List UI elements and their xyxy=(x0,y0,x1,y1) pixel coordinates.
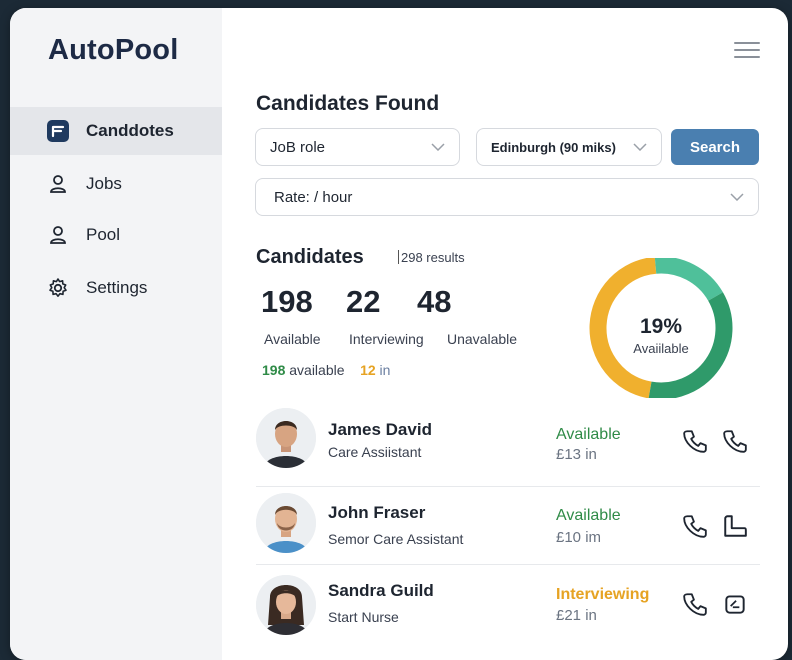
availability-summary: 198 available 12 in xyxy=(262,362,390,378)
chevron-down-icon xyxy=(633,143,647,151)
stat-unavailable-label: Unavalable xyxy=(447,331,518,347)
sidebar-item-settings[interactable]: Settings xyxy=(10,264,222,312)
calendar-icon[interactable] xyxy=(722,591,748,617)
search-button[interactable]: Search xyxy=(671,129,759,165)
phone-icon[interactable] xyxy=(682,428,708,454)
person-icon xyxy=(46,223,70,247)
status-badge: Available xyxy=(556,426,621,443)
menu-icon[interactable] xyxy=(734,42,760,60)
person-icon xyxy=(46,172,70,196)
candidate-rate: £21 in xyxy=(556,607,597,624)
stat-available-label: Available xyxy=(264,331,321,347)
sidebar-item-jobs[interactable]: Jobs xyxy=(10,160,222,208)
candidate-name[interactable]: Sandra Guild xyxy=(328,581,434,601)
list-item[interactable]: John Fraser Semor Care Assistant Availab… xyxy=(256,486,760,564)
list-item[interactable]: Sandra Guild Start Nurse Interviewing £2… xyxy=(256,564,760,642)
sidebar-item-label: Canddotes xyxy=(86,121,174,140)
donut-percent-label: 19% xyxy=(640,315,682,338)
candidate-rate: £13 in xyxy=(556,446,597,463)
avatar[interactable] xyxy=(256,493,316,553)
status-badge: Available xyxy=(556,507,621,524)
donut-caption: Avaiilable xyxy=(633,341,688,356)
in-count: 12 xyxy=(360,362,376,378)
avatar[interactable] xyxy=(256,408,316,468)
chevron-down-icon xyxy=(431,143,445,151)
main-content: Candidates Found JoB role Edinburgh (90 … xyxy=(222,8,788,660)
app-window: AutoPool Canddotes Jobs Pool Settings Ca… xyxy=(10,8,788,660)
avatar[interactable] xyxy=(256,575,316,635)
results-count-text: 298 results xyxy=(401,250,465,265)
donut-segment-teal xyxy=(654,258,723,302)
location-value: Edinburgh (90 miks) xyxy=(491,139,616,155)
status-badge: Interviewing xyxy=(556,586,650,603)
sidebar-item-label: Settings xyxy=(86,278,148,297)
candidate-role: Care Assiistant xyxy=(328,444,422,460)
available-text: available xyxy=(289,362,345,378)
sidebar-item-candidates[interactable]: Canddotes xyxy=(10,107,222,155)
rate-value: Rate: / hour xyxy=(274,188,353,206)
candidate-role: Start Nurse xyxy=(328,609,399,625)
candidate-name[interactable]: James David xyxy=(328,420,432,440)
job-role-select[interactable]: JoB role xyxy=(255,128,460,166)
phone-icon[interactable] xyxy=(682,513,708,539)
stat-available-value: 198 xyxy=(261,284,313,319)
availability-donut-chart: 19% Avaiilable xyxy=(589,258,733,398)
candidates-icon xyxy=(46,119,70,143)
phone-icon[interactable] xyxy=(682,591,708,617)
job-role-value: JoB role xyxy=(270,138,326,156)
sidebar-item-label: Jobs xyxy=(86,174,122,193)
page-title: Candidates Found xyxy=(256,92,440,115)
in-text: in xyxy=(379,362,391,378)
candidate-role: Semor Care Assistant xyxy=(328,531,464,547)
results-count: 298 results xyxy=(398,250,465,265)
candidates-heading: Candidates xyxy=(256,246,364,268)
rate-select[interactable]: Rate: / hour xyxy=(255,178,759,216)
available-count: 198 xyxy=(262,362,286,378)
stat-interviewing-value: 22 xyxy=(346,284,381,319)
candidate-name[interactable]: John Fraser xyxy=(328,503,425,523)
list-item[interactable]: James David Care Assiistant Available £1… xyxy=(256,408,760,486)
chevron-down-icon xyxy=(730,193,744,201)
sidebar-item-pool[interactable]: Pool xyxy=(10,211,222,259)
sidebar-item-label: Pool xyxy=(86,225,121,244)
gear-icon xyxy=(46,276,70,300)
message-icon[interactable] xyxy=(722,513,748,539)
stat-interviewing-label: Interviewing xyxy=(349,331,424,347)
candidate-rate: £10 im xyxy=(556,529,602,546)
sidebar: AutoPool Canddotes Jobs Pool Settings xyxy=(10,8,222,660)
phone-icon[interactable] xyxy=(722,428,748,454)
app-logo[interactable]: AutoPool xyxy=(48,34,178,67)
stat-unavailable-value: 48 xyxy=(417,284,452,319)
location-select[interactable]: Edinburgh (90 miks) xyxy=(476,128,662,166)
